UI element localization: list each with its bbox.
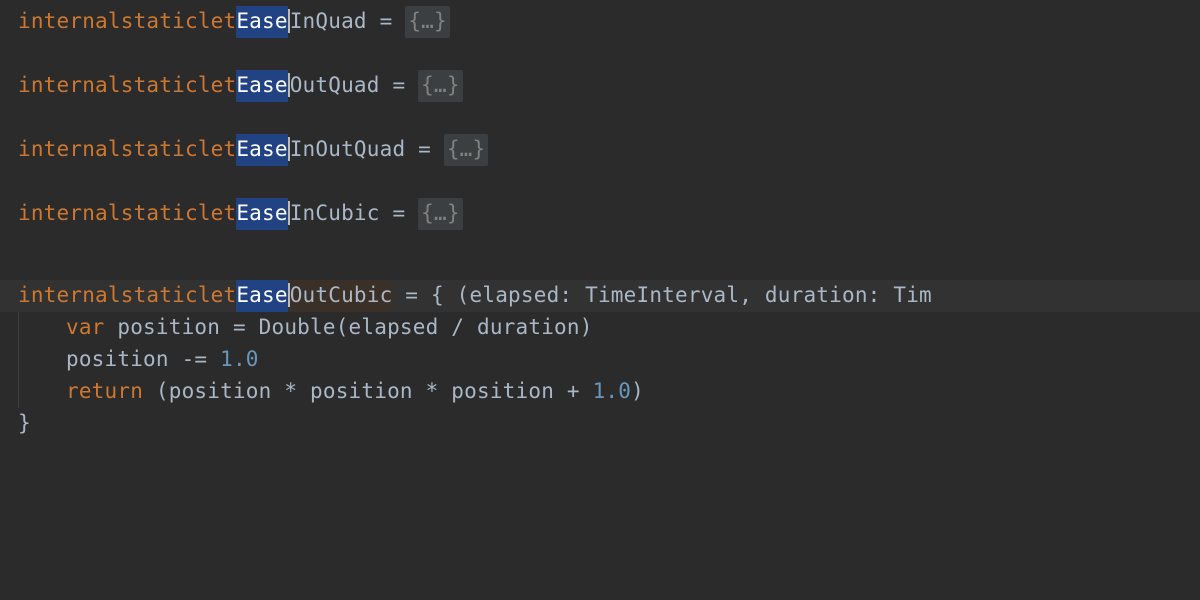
identifier: OutQuad	[290, 70, 380, 102]
keyword-return: return	[66, 376, 143, 408]
code-fold-icon[interactable]: {…}	[444, 134, 489, 166]
search-match: Ease	[236, 134, 287, 166]
blank-line	[0, 166, 1200, 198]
identifier-highlight: OutCubic	[290, 280, 393, 312]
keyword-internal: internal	[18, 280, 121, 312]
keyword-internal: internal	[18, 6, 121, 38]
code-line[interactable]: internal static let EaseOutQuad = {…}	[0, 70, 1200, 102]
text-cursor	[288, 73, 290, 97]
keyword-let: let	[198, 70, 237, 102]
keyword-let: let	[198, 280, 237, 312]
keyword-internal: internal	[18, 134, 121, 166]
keyword-static: static	[121, 6, 198, 38]
code-fold-icon[interactable]: {…}	[405, 6, 450, 38]
keyword-let: let	[198, 134, 237, 166]
keyword-static: static	[121, 134, 198, 166]
code-editor[interactable]: internal static let EaseInQuad = {…} int…	[0, 0, 1200, 440]
operator: =	[405, 134, 444, 166]
blank-line	[0, 262, 1200, 280]
operator: =	[367, 6, 406, 38]
keyword-internal: internal	[18, 198, 121, 230]
keyword-let: let	[198, 198, 237, 230]
blank-line	[0, 102, 1200, 134]
statement: position = Double(elapsed / duration)	[105, 312, 593, 344]
paren-close: )	[631, 376, 644, 408]
brace-close: }	[18, 408, 31, 440]
keyword-static: static	[121, 198, 198, 230]
closure-signature: = { (elapsed: TimeInterval, duration: Ti…	[392, 280, 931, 312]
statement: position -=	[66, 344, 220, 376]
text-cursor	[288, 9, 290, 33]
text-cursor	[288, 137, 290, 161]
keyword-let: let	[198, 6, 237, 38]
number-literal: 1.0	[220, 344, 259, 376]
identifier: InQuad	[290, 6, 367, 38]
code-fold-icon[interactable]: {…}	[418, 70, 463, 102]
code-line[interactable]: position -= 1.0	[0, 344, 1200, 376]
search-match: Ease	[236, 70, 287, 102]
blank-line	[0, 38, 1200, 70]
keyword-static: static	[121, 280, 198, 312]
code-line[interactable]: internal static let EaseInQuad = {…}	[0, 6, 1200, 38]
identifier: InOutQuad	[290, 134, 406, 166]
search-match: Ease	[236, 198, 287, 230]
code-line[interactable]: internal static let EaseInCubic = {…}	[0, 198, 1200, 230]
keyword-internal: internal	[18, 70, 121, 102]
text-cursor	[288, 201, 290, 225]
number-literal: 1.0	[593, 376, 632, 408]
code-fold-icon[interactable]: {…}	[418, 198, 463, 230]
blank-line	[0, 230, 1200, 262]
expression: (position * position * position +	[143, 376, 593, 408]
text-cursor	[288, 283, 290, 307]
keyword-var: var	[66, 312, 105, 344]
code-line[interactable]: }	[0, 408, 1200, 440]
operator: =	[380, 70, 419, 102]
code-line[interactable]: return (position * position * position +…	[0, 376, 1200, 408]
search-match: Ease	[236, 6, 287, 38]
code-line[interactable]: internal static let EaseInOutQuad = {…}	[0, 134, 1200, 166]
code-line-active[interactable]: internal static let EaseOutCubic = { (el…	[0, 280, 1200, 312]
operator: =	[380, 198, 419, 230]
identifier: InCubic	[290, 198, 380, 230]
keyword-static: static	[121, 70, 198, 102]
search-match: Ease	[236, 280, 287, 312]
code-line[interactable]: var position = Double(elapsed / duration…	[0, 312, 1200, 344]
